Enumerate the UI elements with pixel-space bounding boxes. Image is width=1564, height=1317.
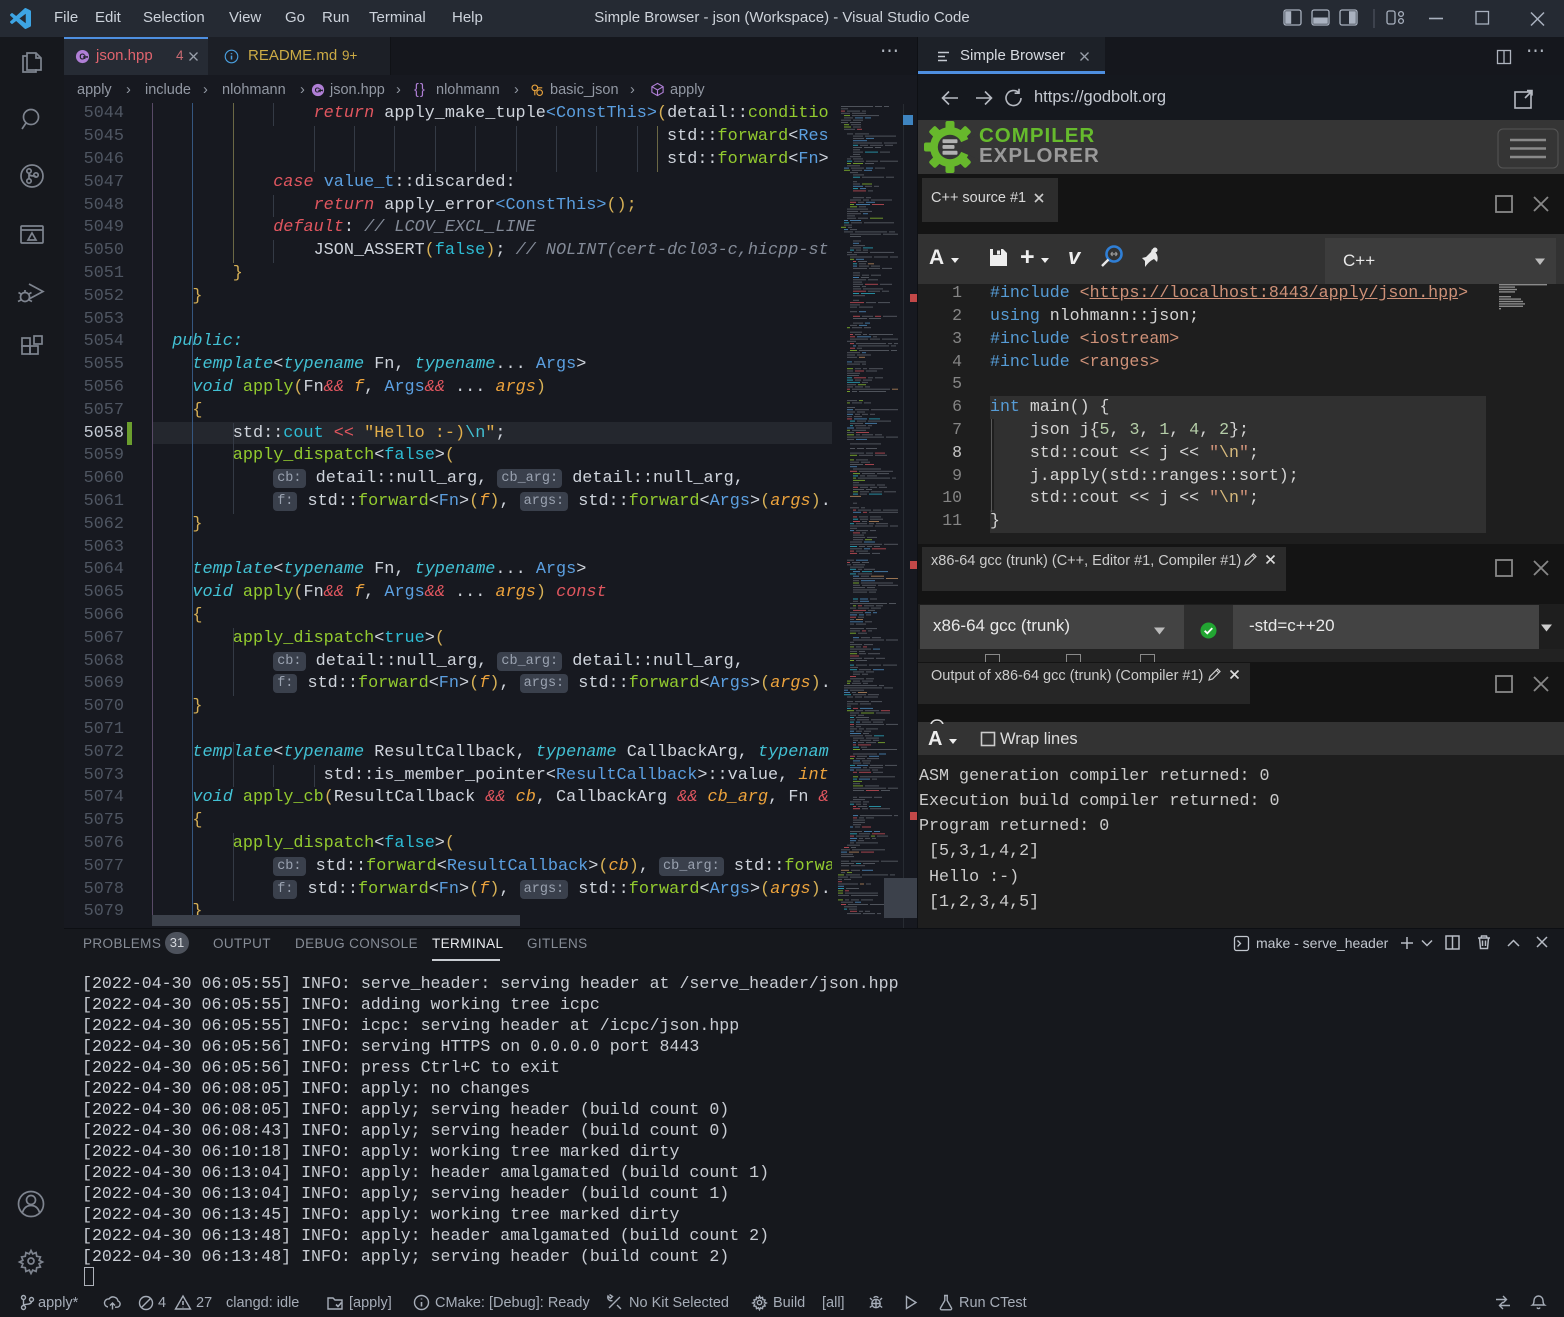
svg-text:C: C [315,86,321,95]
